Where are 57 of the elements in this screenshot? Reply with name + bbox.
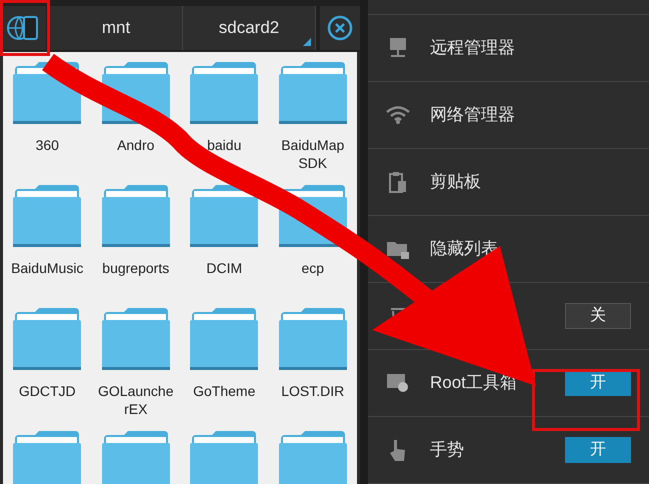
menu-item[interactable]: 远程管理器 xyxy=(368,15,649,82)
close-icon[interactable] xyxy=(320,6,360,50)
menu-label: 手势 xyxy=(430,439,464,462)
folder-name: Andro xyxy=(116,136,156,154)
toggle-button[interactable]: 关 xyxy=(565,303,631,329)
folder-icon xyxy=(13,308,82,370)
folder-name: 360 xyxy=(34,136,60,154)
folder-name: GDCTJD xyxy=(18,382,77,400)
monitor-icon xyxy=(389,37,407,59)
hand-pointer-icon xyxy=(389,438,407,462)
folder-icon xyxy=(102,185,170,247)
folder-name: baidu xyxy=(206,136,242,154)
folder-item[interactable]: GoTheme xyxy=(180,308,268,431)
menu-item[interactable]: 手势 开 xyxy=(368,417,649,484)
menu-label: 网络管理器 xyxy=(430,104,515,126)
folder-item[interactable]: LOST.DIR xyxy=(268,308,357,431)
folder-name: BaiduMusic xyxy=(10,259,84,277)
folder-name: bugreports xyxy=(101,259,170,277)
folder-item[interactable]: GOLauncherEX xyxy=(92,308,180,431)
folder-item[interactable]: DCIM xyxy=(180,185,268,308)
folder-name: GOLauncherEX xyxy=(97,382,174,418)
folder-item[interactable]: 360 xyxy=(3,62,92,185)
folder-name: DCIM xyxy=(205,259,244,277)
folder-icon xyxy=(13,431,82,484)
breadcrumb-segment[interactable]: mnt xyxy=(50,6,183,50)
highlight-frame xyxy=(0,0,50,56)
folder-icon xyxy=(278,62,347,124)
folder-icon xyxy=(13,185,82,247)
folder-name: LOST.DIR xyxy=(280,382,346,400)
menu-item[interactable]: 网络管理器 xyxy=(368,82,649,149)
folder-icon xyxy=(190,185,258,247)
menu-label: 远程管理器 xyxy=(430,37,515,60)
folder-item[interactable]: bugreports xyxy=(92,185,180,308)
folder-icon xyxy=(278,431,347,484)
folder-item[interactable]: GDCTJD xyxy=(3,308,92,431)
toggle-button[interactable]: 开 xyxy=(565,437,631,463)
wifi-icon xyxy=(386,106,410,124)
menu-item[interactable]: 剪贴板 xyxy=(368,149,649,216)
folder-item[interactable]: BaiduMusic xyxy=(3,185,92,308)
folder-lock-icon xyxy=(387,239,409,259)
folder-item[interactable]: Andro xyxy=(92,62,180,185)
folder-name: GoTheme xyxy=(192,382,256,400)
folder-item[interactable]: ecp xyxy=(268,185,357,308)
folder-name: BaiduMap SDK xyxy=(280,136,346,172)
folder-icon xyxy=(190,62,258,124)
menu-label: 剪贴板 xyxy=(430,171,481,194)
folder-icon xyxy=(190,308,258,370)
folder-icon xyxy=(102,308,170,370)
folder-name: ecp xyxy=(300,259,326,277)
folder-item[interactable]: baidu xyxy=(180,62,268,185)
folder-icon xyxy=(278,308,347,370)
folder-item[interactable]: BaiduMap SDK xyxy=(268,62,357,185)
folder-icon xyxy=(102,431,170,484)
clipboard-icon xyxy=(389,171,407,193)
toggle-button[interactable]: 开 xyxy=(565,370,631,396)
folder-icon xyxy=(190,431,258,484)
globe-device-icon[interactable] xyxy=(0,6,46,50)
